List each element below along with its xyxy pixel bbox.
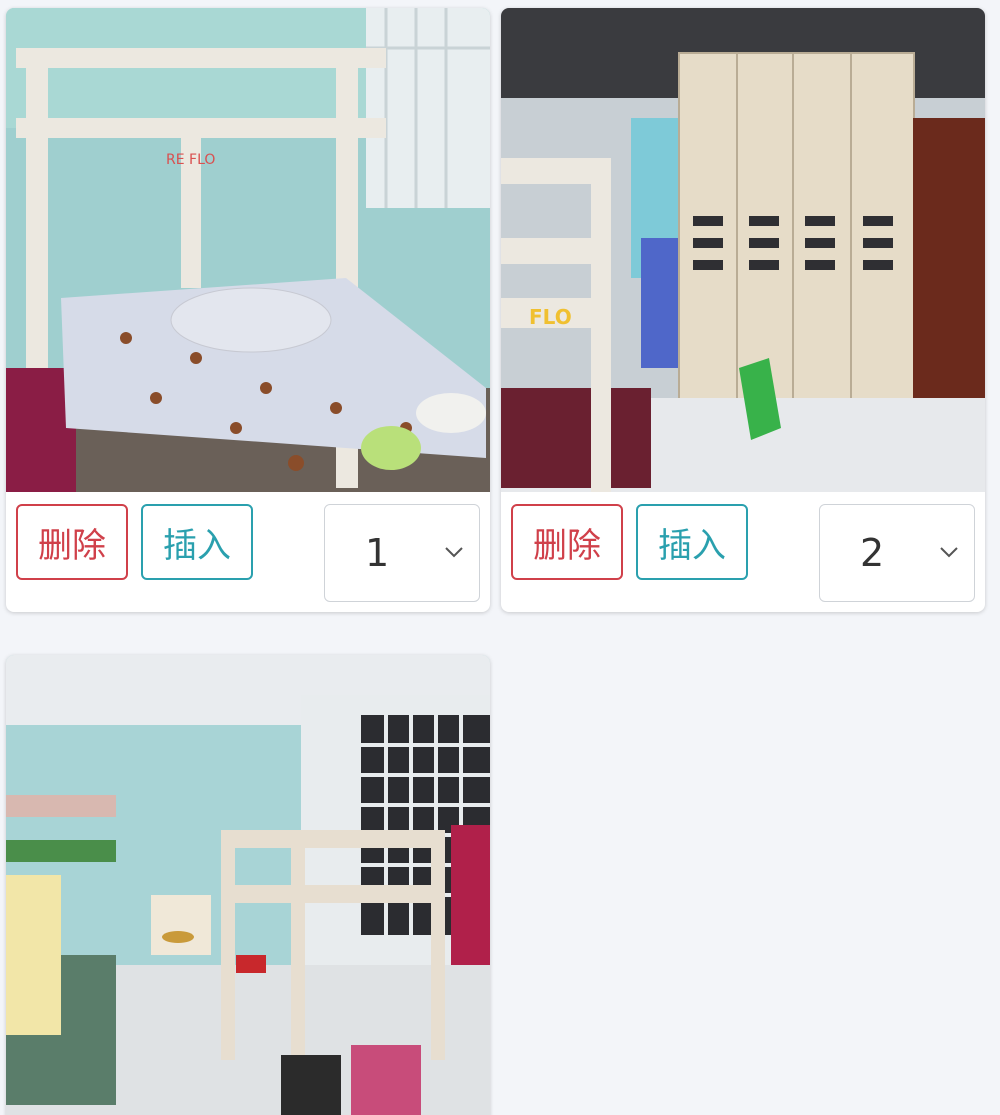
order-select-value: 2 [860, 531, 885, 575]
order-select[interactable]: 2 [819, 504, 975, 602]
insert-button[interactable]: 插入 [636, 504, 748, 580]
photo-card [6, 655, 490, 1115]
insert-button[interactable]: 插入 [141, 504, 253, 580]
delete-button[interactable]: 删除 [16, 504, 128, 580]
bedroom-photo[interactable] [6, 655, 490, 1115]
wardrobe-room-photo[interactable]: FLO [501, 8, 985, 492]
chevron-down-icon [445, 547, 463, 558]
svg-text:RE FLO: RE FLO [166, 152, 215, 168]
chevron-down-icon [940, 547, 958, 558]
delete-button[interactable]: 删除 [511, 504, 623, 580]
card-controls: 删除 插入 1 [6, 492, 490, 612]
svg-text:FLO: FLO [529, 305, 572, 329]
bunk-bed-photo[interactable]: RE FLO [6, 8, 490, 492]
photo-card: FLO 删除 插入 2 [501, 8, 985, 612]
photo-card: RE FLO 删除 插入 1 [6, 8, 490, 612]
photo-grid: RE FLO 删除 插入 1 FLO 删除 插入 2 [0, 0, 1000, 1115]
order-select[interactable]: 1 [324, 504, 480, 602]
order-select-value: 1 [365, 531, 390, 575]
card-controls: 删除 插入 2 [501, 492, 985, 612]
